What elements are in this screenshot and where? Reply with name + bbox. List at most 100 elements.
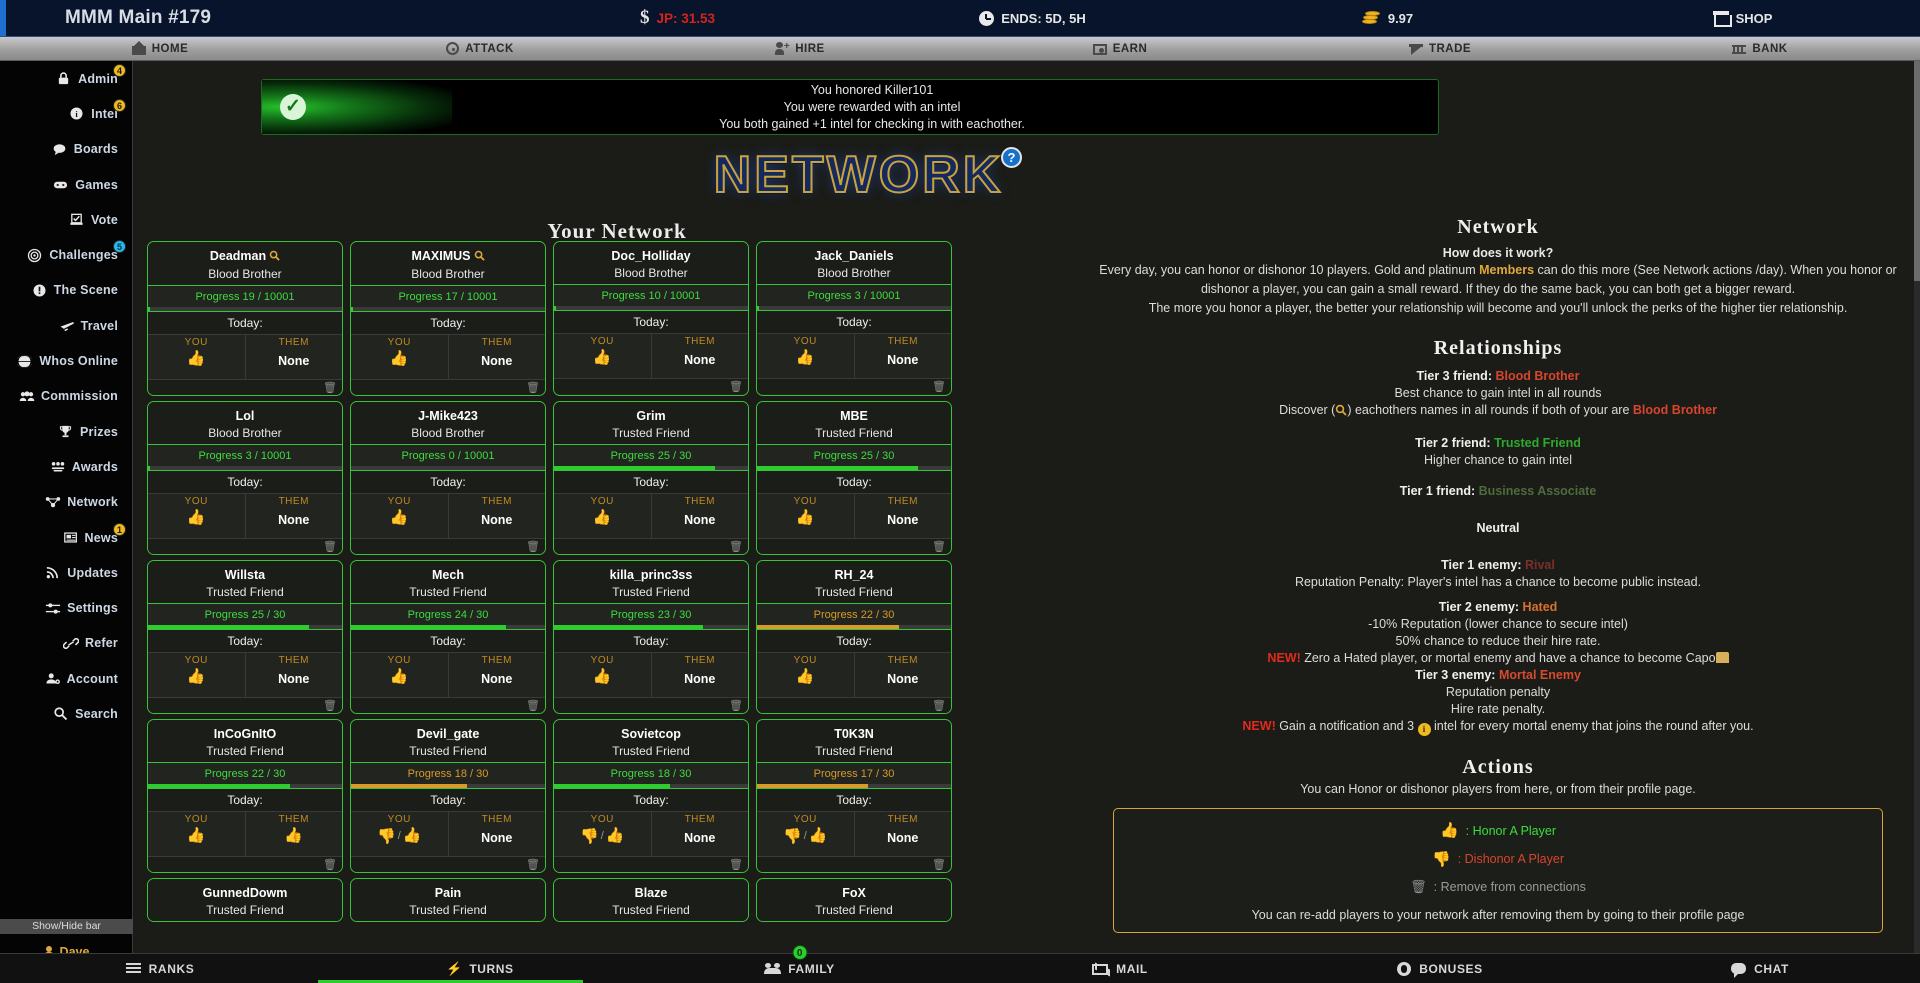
network-card[interactable]: MAXIMUSBlood BrotherProgress 17 / 10001T… [350, 241, 546, 396]
nav-trade[interactable]: TRADE [1280, 42, 1600, 55]
sidebar-item-news[interactable]: 1News [0, 520, 132, 555]
sidebar-item-travel[interactable]: Travel [0, 308, 132, 343]
card-player-name[interactable]: FoX [842, 886, 866, 900]
card-you-thumbs[interactable]: 👍 [757, 510, 854, 525]
sidebar-item-updates[interactable]: Updates [0, 555, 132, 590]
trash-icon[interactable]: 🗑 [729, 699, 743, 712]
trash-icon[interactable]: 🗑 [323, 381, 337, 394]
thumbs-up-icon[interactable]: 👍 [593, 669, 612, 684]
thumbs-up-icon[interactable]: 👍 [187, 828, 206, 843]
card-you-thumbs[interactable]: 👍 [148, 510, 245, 525]
trash-icon[interactable]: 🗑 [932, 699, 946, 712]
bottom-bonuses[interactable]: BONUSES [1280, 962, 1600, 976]
bottom-family[interactable]: 0 FAMILY [640, 962, 960, 976]
help-icon[interactable]: ? [1001, 147, 1022, 168]
nav-earn[interactable]: EARN [960, 43, 1280, 55]
thumbs-up-icon[interactable]: 👍 [390, 669, 409, 684]
card-player-name[interactable]: Lol [236, 409, 255, 423]
network-card[interactable]: GunnedDowmTrusted Friend [147, 878, 343, 922]
bottom-turns[interactable]: ⚡ TURNS [320, 962, 640, 976]
nav-home[interactable]: HOME [0, 42, 320, 55]
card-you-thumbs[interactable]: 👍 [148, 351, 245, 366]
network-card[interactable]: InCoGnItOTrusted FriendProgress 22 / 30T… [147, 719, 343, 873]
jackpot-indicator[interactable]: $ JP: 31.53 [500, 7, 855, 29]
thumbs-up-icon[interactable]: 👍 [187, 669, 206, 684]
thumbs-up-icon[interactable]: 👍 [390, 351, 409, 366]
card-you-thumbs[interactable]: 👍 [351, 669, 448, 684]
card-player-name[interactable]: GunnedDowm [203, 886, 288, 900]
thumbs-up-icon[interactable]: 👍 [187, 351, 206, 366]
network-card[interactable]: BlazeTrusted Friend [553, 878, 749, 922]
sidebar-item-challenges[interactable]: 5Challenges [0, 237, 132, 272]
magnifier-icon[interactable] [474, 248, 485, 266]
sidebar-item-whos-online[interactable]: Whos Online [0, 343, 132, 378]
card-you-thumbs[interactable]: 👍/👍 [351, 828, 448, 843]
card-you-thumbs[interactable]: 👍 [148, 669, 245, 684]
card-player-name[interactable]: MAXIMUS [411, 249, 470, 263]
sidebar-item-awards[interactable]: Awards [0, 449, 132, 484]
network-card[interactable]: GrimTrusted FriendProgress 25 / 30Today:… [553, 401, 749, 555]
sidebar-item-account[interactable]: Account [0, 661, 132, 696]
sidebar-item-the-scene[interactable]: The Scene [0, 273, 132, 308]
card-player-name[interactable]: Devil_gate [417, 727, 480, 741]
bottom-ranks[interactable]: RANKS [0, 962, 320, 976]
card-player-name[interactable]: Deadman [210, 249, 266, 263]
network-card[interactable]: FoXTrusted Friend [756, 878, 952, 922]
nav-bank[interactable]: BANK [1600, 42, 1920, 55]
thumbs-up-icon[interactable]: 👍 [390, 510, 409, 525]
network-card[interactable]: J-Mike423Blood BrotherProgress 0 / 10001… [350, 401, 546, 555]
thumbs-up-icon[interactable]: 👍 [593, 350, 612, 365]
card-you-thumbs[interactable]: 👍 [351, 351, 448, 366]
card-player-name[interactable]: Grim [636, 409, 665, 423]
network-card[interactable]: LolBlood BrotherProgress 3 / 10001Today:… [147, 401, 343, 555]
trash-icon[interactable]: 🗑 [323, 858, 337, 871]
sidebar-item-admin[interactable]: 4Admin [0, 61, 132, 96]
card-player-name[interactable]: T0K3N [834, 727, 874, 741]
coins-indicator[interactable]: 9.97 [1210, 11, 1565, 26]
card-you-thumbs[interactable]: 👍 [757, 669, 854, 684]
card-player-name[interactable]: killa_princ3ss [610, 568, 693, 582]
trash-icon[interactable]: 🗑 [729, 540, 743, 553]
thumbs-down-icon[interactable]: 👍 [783, 828, 802, 843]
card-player-name[interactable]: Pain [435, 886, 461, 900]
sidebar-item-boards[interactable]: Boards [0, 132, 132, 167]
show-hide-bar-toggle[interactable]: Show/Hide bar [0, 919, 133, 934]
card-you-thumbs[interactable]: 👍 [351, 510, 448, 525]
sidebar-item-refer[interactable]: Refer [0, 626, 132, 661]
sidebar-item-prizes[interactable]: Prizes [0, 414, 132, 449]
sidebar-item-vote[interactable]: Vote [0, 202, 132, 237]
card-player-name[interactable]: MBE [840, 409, 868, 423]
thumbs-up-icon[interactable]: 👍 [593, 510, 612, 525]
thumbs-up-icon[interactable]: 👍 [606, 828, 625, 843]
network-card[interactable]: SovietcopTrusted FriendProgress 18 / 30T… [553, 719, 749, 873]
network-card[interactable]: WillstaTrusted FriendProgress 25 / 30Tod… [147, 560, 343, 714]
card-you-thumbs[interactable]: 👍 [554, 669, 651, 684]
thumbs-down-icon[interactable]: 👍 [377, 828, 396, 843]
bottom-mail[interactable]: MAIL [960, 962, 1280, 976]
members-link[interactable]: Members [1479, 263, 1534, 277]
thumbs-up-icon[interactable]: 👍 [403, 828, 422, 843]
thumbs-up-icon[interactable]: 👍 [796, 669, 815, 684]
card-you-thumbs[interactable]: 👍 [554, 350, 651, 365]
card-you-thumbs[interactable]: 👍 [554, 510, 651, 525]
trash-icon[interactable]: 🗑 [323, 699, 337, 712]
card-player-name[interactable]: Willsta [225, 568, 265, 582]
network-card[interactable]: Jack_DanielsBlood BrotherProgress 3 / 10… [756, 241, 952, 396]
network-card[interactable]: MechTrusted FriendProgress 24 / 30Today:… [350, 560, 546, 714]
sidebar-item-intel[interactable]: 6iIntel [0, 96, 132, 131]
card-player-name[interactable]: Mech [432, 568, 464, 582]
thumbs-up-icon[interactable]: 👍 [796, 510, 815, 525]
nav-hire[interactable]: + HIRE [640, 42, 960, 55]
trash-icon[interactable]: 🗑 [526, 540, 540, 553]
sidebar-item-settings[interactable]: Settings [0, 590, 132, 625]
card-them-thumbs[interactable]: 👍 [246, 828, 343, 843]
network-card[interactable]: Devil_gateTrusted FriendProgress 18 / 30… [350, 719, 546, 873]
card-you-thumbs[interactable]: 👍/👍 [554, 828, 651, 843]
thumbs-up-icon[interactable]: 👍 [796, 350, 815, 365]
network-card[interactable]: killa_princ3ssTrusted FriendProgress 23 … [553, 560, 749, 714]
card-player-name[interactable]: InCoGnItO [214, 727, 277, 741]
card-player-name[interactable]: J-Mike423 [418, 409, 478, 423]
trash-icon[interactable]: 🗑 [526, 699, 540, 712]
page-scrollbar-thumb[interactable] [1914, 61, 1920, 281]
sidebar-item-network[interactable]: Network [0, 485, 132, 520]
